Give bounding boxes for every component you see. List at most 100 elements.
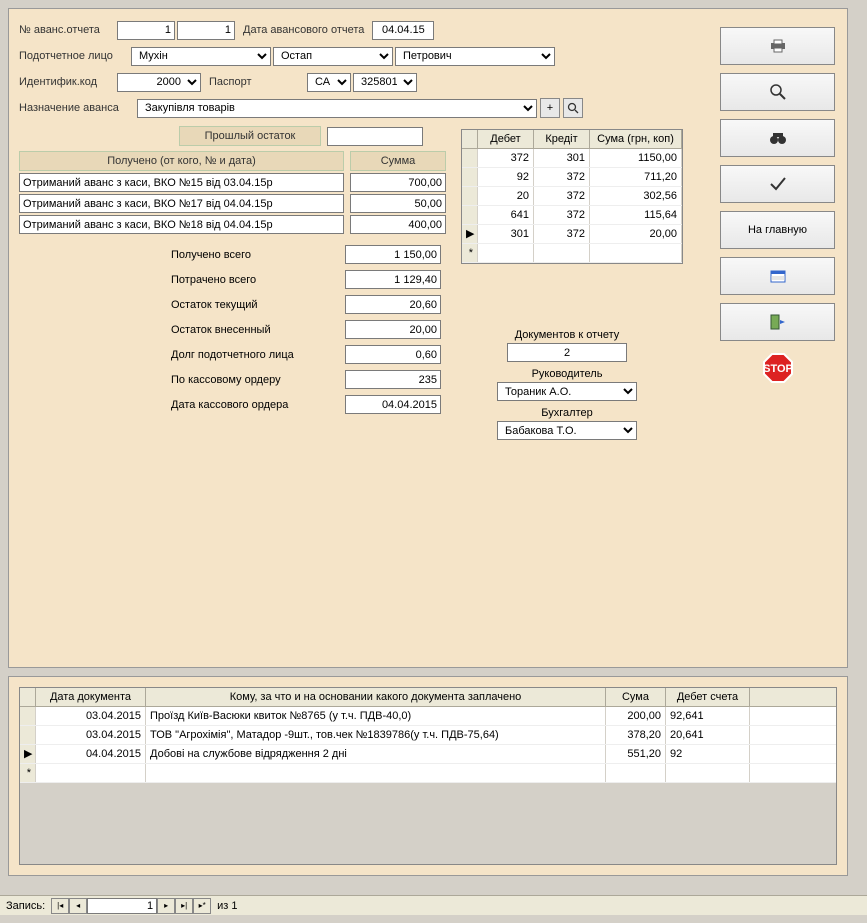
row-marker: ▶: [20, 745, 36, 763]
cell-debit-acc[interactable]: 20,641: [666, 726, 750, 744]
passport-series-select[interactable]: СА: [307, 73, 351, 92]
nav-first-button[interactable]: |◂: [51, 898, 69, 914]
row-marker: [20, 707, 36, 725]
cell-desc[interactable]: ТОВ "Агрохімія", Матадор -9шт., тов.чек …: [146, 726, 606, 744]
cell-credit[interactable]: 372: [534, 225, 590, 243]
cell-debit[interactable]: 301: [478, 225, 534, 243]
cell-sum[interactable]: 20,00: [590, 225, 682, 243]
cell-date[interactable]: 03.04.2015: [36, 726, 146, 744]
firstname-select[interactable]: Остап: [273, 47, 393, 66]
new-row-marker: *: [462, 244, 478, 262]
report-date-input[interactable]: [372, 21, 434, 40]
accountant-label: Бухгалтер: [467, 407, 667, 419]
cell-amount[interactable]: 200,00: [606, 707, 666, 725]
col-amount: Сума: [606, 688, 666, 706]
exit-button[interactable]: [720, 303, 835, 341]
nav-new-button[interactable]: ▸*: [193, 898, 211, 914]
cell-credit[interactable]: 372: [534, 206, 590, 224]
svg-text:STOP: STOP: [763, 363, 793, 375]
summary-value-input[interactable]: [345, 295, 441, 314]
cell-sum[interactable]: 115,64: [590, 206, 682, 224]
attached-docs-label: Документов к отчету: [467, 329, 667, 341]
cell-sum[interactable]: 1150,00: [590, 149, 682, 167]
cell-desc[interactable]: Добові на службове відрядження 2 дні: [146, 745, 606, 763]
attached-docs-input[interactable]: [507, 343, 627, 362]
nav-prev-button[interactable]: ◂: [69, 898, 87, 914]
record-navigator: Запись: |◂ ◂ ▸ ▸| ▸* из 1: [0, 895, 867, 915]
cell-sum[interactable]: 302,56: [590, 187, 682, 205]
cell-debit[interactable]: 641: [478, 206, 534, 224]
passport-no-select[interactable]: 325801: [353, 73, 417, 92]
purpose-label: Назначение аванса: [19, 102, 137, 114]
received-desc-input[interactable]: [19, 194, 344, 213]
cell-amount[interactable]: 551,20: [606, 745, 666, 763]
calendar-button[interactable]: [720, 257, 835, 295]
purpose-select[interactable]: Закупівля товарів: [137, 99, 537, 118]
expense-panel: Дата документа Кому, за что и на основан…: [8, 676, 848, 876]
cell-credit[interactable]: 372: [534, 168, 590, 186]
report-no-2[interactable]: [177, 21, 235, 40]
expense-grid[interactable]: Дата документа Кому, за что и на основан…: [19, 687, 837, 865]
summary-value-input[interactable]: [345, 320, 441, 339]
summary-label: Остаток текущий: [169, 299, 345, 311]
stop-button[interactable]: STOP: [720, 349, 835, 387]
documents-panel: Документов к отчету Руководитель Тораник…: [467, 329, 667, 440]
col-description: Кому, за что и на основании какого докум…: [146, 688, 606, 706]
row-marker: [462, 187, 478, 205]
cell-sum[interactable]: 711,20: [590, 168, 682, 186]
new-row-marker: *: [20, 764, 36, 782]
col-sum: Сума (грн, коп): [590, 130, 682, 148]
cell-debit[interactable]: 20: [478, 187, 534, 205]
cell-debit-acc[interactable]: 92: [666, 745, 750, 763]
summary-value-input[interactable]: [345, 345, 441, 364]
cell-credit[interactable]: 372: [534, 187, 590, 205]
received-sum-input[interactable]: [350, 173, 446, 192]
search-purpose-button[interactable]: [563, 98, 583, 118]
add-purpose-button[interactable]: +: [540, 98, 560, 118]
row-marker: [462, 149, 478, 167]
summary-label: По кассовому ордеру: [169, 374, 345, 386]
summary-value-input[interactable]: [345, 370, 441, 389]
cell-debit-acc[interactable]: 92,641: [666, 707, 750, 725]
row-marker: [20, 726, 36, 744]
cell-debit[interactable]: 372: [478, 149, 534, 167]
id-code-select[interactable]: 2000: [117, 73, 201, 92]
cell-credit[interactable]: 301: [534, 149, 590, 167]
received-sum-input[interactable]: [350, 194, 446, 213]
nav-next-button[interactable]: ▸: [157, 898, 175, 914]
received-header-sum: Сумма: [350, 151, 446, 171]
prev-balance-input[interactable]: [327, 127, 423, 146]
print-button[interactable]: [720, 27, 835, 65]
nav-last-button[interactable]: ▸|: [175, 898, 193, 914]
received-desc-input[interactable]: [19, 215, 344, 234]
checkmark-icon: [769, 175, 787, 193]
lastname-select[interactable]: Мухін: [131, 47, 271, 66]
printer-icon: [769, 39, 787, 53]
summary-value-input[interactable]: [345, 270, 441, 289]
cell-desc[interactable]: Проїзд Київ-Васюки квиток №8765 (у т.ч. …: [146, 707, 606, 725]
confirm-button[interactable]: [720, 165, 835, 203]
report-date-label: Дата авансового отчета: [243, 24, 364, 36]
home-button[interactable]: На главную: [720, 211, 835, 249]
col-debit: Дебет: [478, 130, 534, 148]
received-desc-input[interactable]: [19, 173, 344, 192]
door-exit-icon: [769, 314, 787, 330]
accountant-select[interactable]: Бабакова Т.О.: [497, 421, 637, 440]
summary-label: Получено всего: [169, 249, 345, 261]
record-position-input[interactable]: [87, 898, 157, 914]
patronymic-select[interactable]: Петрович: [395, 47, 555, 66]
cell-date[interactable]: 04.04.2015: [36, 745, 146, 763]
summary-value-input[interactable]: [345, 245, 441, 264]
received-sum-input[interactable]: [350, 215, 446, 234]
find-button[interactable]: [720, 119, 835, 157]
preview-button[interactable]: [720, 73, 835, 111]
cell-date[interactable]: 03.04.2015: [36, 707, 146, 725]
cell-amount[interactable]: 378,20: [606, 726, 666, 744]
debit-credit-grid[interactable]: Дебет Кредіт Сума (грн, коп) 3723011150,…: [461, 129, 683, 264]
cell-debit[interactable]: 92: [478, 168, 534, 186]
side-button-panel: На главную STOP: [720, 27, 835, 387]
binoculars-icon: [769, 131, 787, 145]
manager-select[interactable]: Тораник А.О.: [497, 382, 637, 401]
report-no-1[interactable]: [117, 21, 175, 40]
summary-value-input[interactable]: [345, 395, 441, 414]
